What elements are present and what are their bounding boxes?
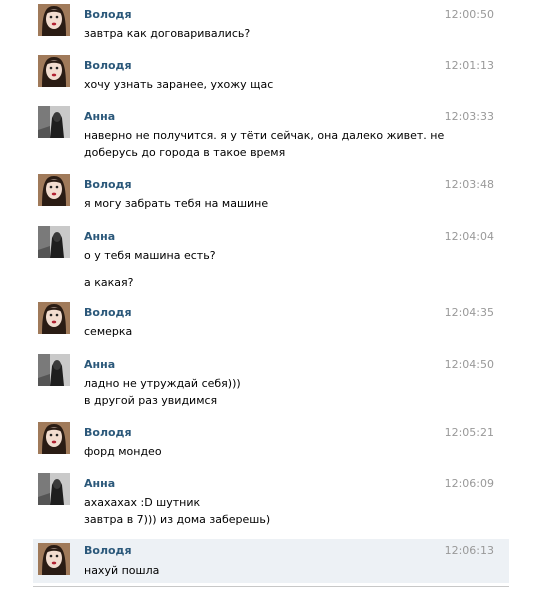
volodya-avatar-icon[interactable]: [38, 4, 70, 36]
message-time: 12:04:04: [444, 230, 494, 243]
message-text: о у тебя машина есть?: [84, 249, 216, 262]
message-row: Володя 12:00:50 завтра как договаривалис…: [33, 4, 509, 50]
message-author[interactable]: Володя: [84, 8, 132, 22]
message-time: 12:03:33: [444, 110, 494, 123]
message-text: наверно не получится. я у тёти сейчак, о…: [84, 129, 445, 142]
message-time: 12:04:35: [444, 306, 494, 319]
message-author[interactable]: Анна: [84, 110, 115, 124]
message-time: 12:04:50: [444, 358, 494, 371]
message-text: семерка: [84, 325, 133, 338]
message-text: ладно не утруждай себя))): [84, 377, 241, 390]
message-text: завтра как договаривались?: [84, 27, 251, 40]
volodya-avatar-icon[interactable]: [38, 422, 70, 454]
message-time: 12:06:13: [444, 544, 494, 557]
message-text: нахуй пошла: [84, 564, 160, 577]
volodya-avatar-icon[interactable]: [38, 302, 70, 334]
message-time: 12:06:09: [444, 477, 494, 490]
message-author[interactable]: Володя: [84, 426, 132, 440]
message-author[interactable]: Володя: [84, 306, 132, 320]
message-text: завтра в 7))) из дома заберешь): [84, 513, 271, 526]
volodya-avatar-icon[interactable]: [38, 543, 70, 575]
message-time: 12:01:13: [444, 59, 494, 72]
anna-avatar-icon[interactable]: [38, 106, 70, 138]
message-text: форд мондео: [84, 445, 162, 458]
anna-avatar-icon[interactable]: [38, 226, 70, 258]
anna-avatar-icon[interactable]: [38, 473, 70, 505]
message-author[interactable]: Анна: [84, 477, 115, 491]
message-row: Володя 12:04:35 семерка: [33, 302, 509, 348]
message-text: я могу забрать тебя на машине: [84, 197, 269, 210]
message-author[interactable]: Володя: [84, 178, 132, 192]
message-text: ахахахах :D шутник: [84, 496, 201, 509]
message-author[interactable]: Володя: [84, 59, 132, 73]
message-row: Анна 12:04:04 о у тебя машина есть? а ка…: [33, 226, 509, 296]
message-text: доберусь до города в такое время: [84, 146, 286, 159]
message-text: в другой раз увидимся: [84, 394, 218, 407]
message-author[interactable]: Анна: [84, 230, 115, 244]
message-row: Анна 12:04:50 ладно не утруждай себя))) …: [33, 354, 509, 414]
message-author[interactable]: Володя: [84, 544, 132, 558]
message-time: 12:00:50: [444, 8, 494, 21]
message-author[interactable]: Анна: [84, 358, 115, 372]
message-row: Анна 12:03:33 наверно не получится. я у …: [33, 106, 509, 166]
message-time: 12:05:21: [444, 426, 494, 439]
message-text: хочу узнать заранее, ухожу щас: [84, 78, 274, 91]
message-row-highlighted: Володя 12:06:13 нахуй пошла: [33, 539, 509, 583]
message-row: Володя 12:05:21 форд мондео: [33, 422, 509, 468]
anna-avatar-icon[interactable]: [38, 354, 70, 386]
message-row: Анна 12:06:09 ахахахах :D шутник завтра …: [33, 473, 509, 533]
volodya-avatar-icon[interactable]: [38, 174, 70, 206]
message-row: Володя 12:03:48 я могу забрать тебя на м…: [33, 174, 509, 220]
bottom-divider: [33, 586, 509, 587]
volodya-avatar-icon[interactable]: [38, 55, 70, 87]
message-text: а какая?: [84, 276, 134, 289]
message-row: Володя 12:01:13 хочу узнать заранее, ухо…: [33, 55, 509, 101]
message-time: 12:03:48: [444, 178, 494, 191]
